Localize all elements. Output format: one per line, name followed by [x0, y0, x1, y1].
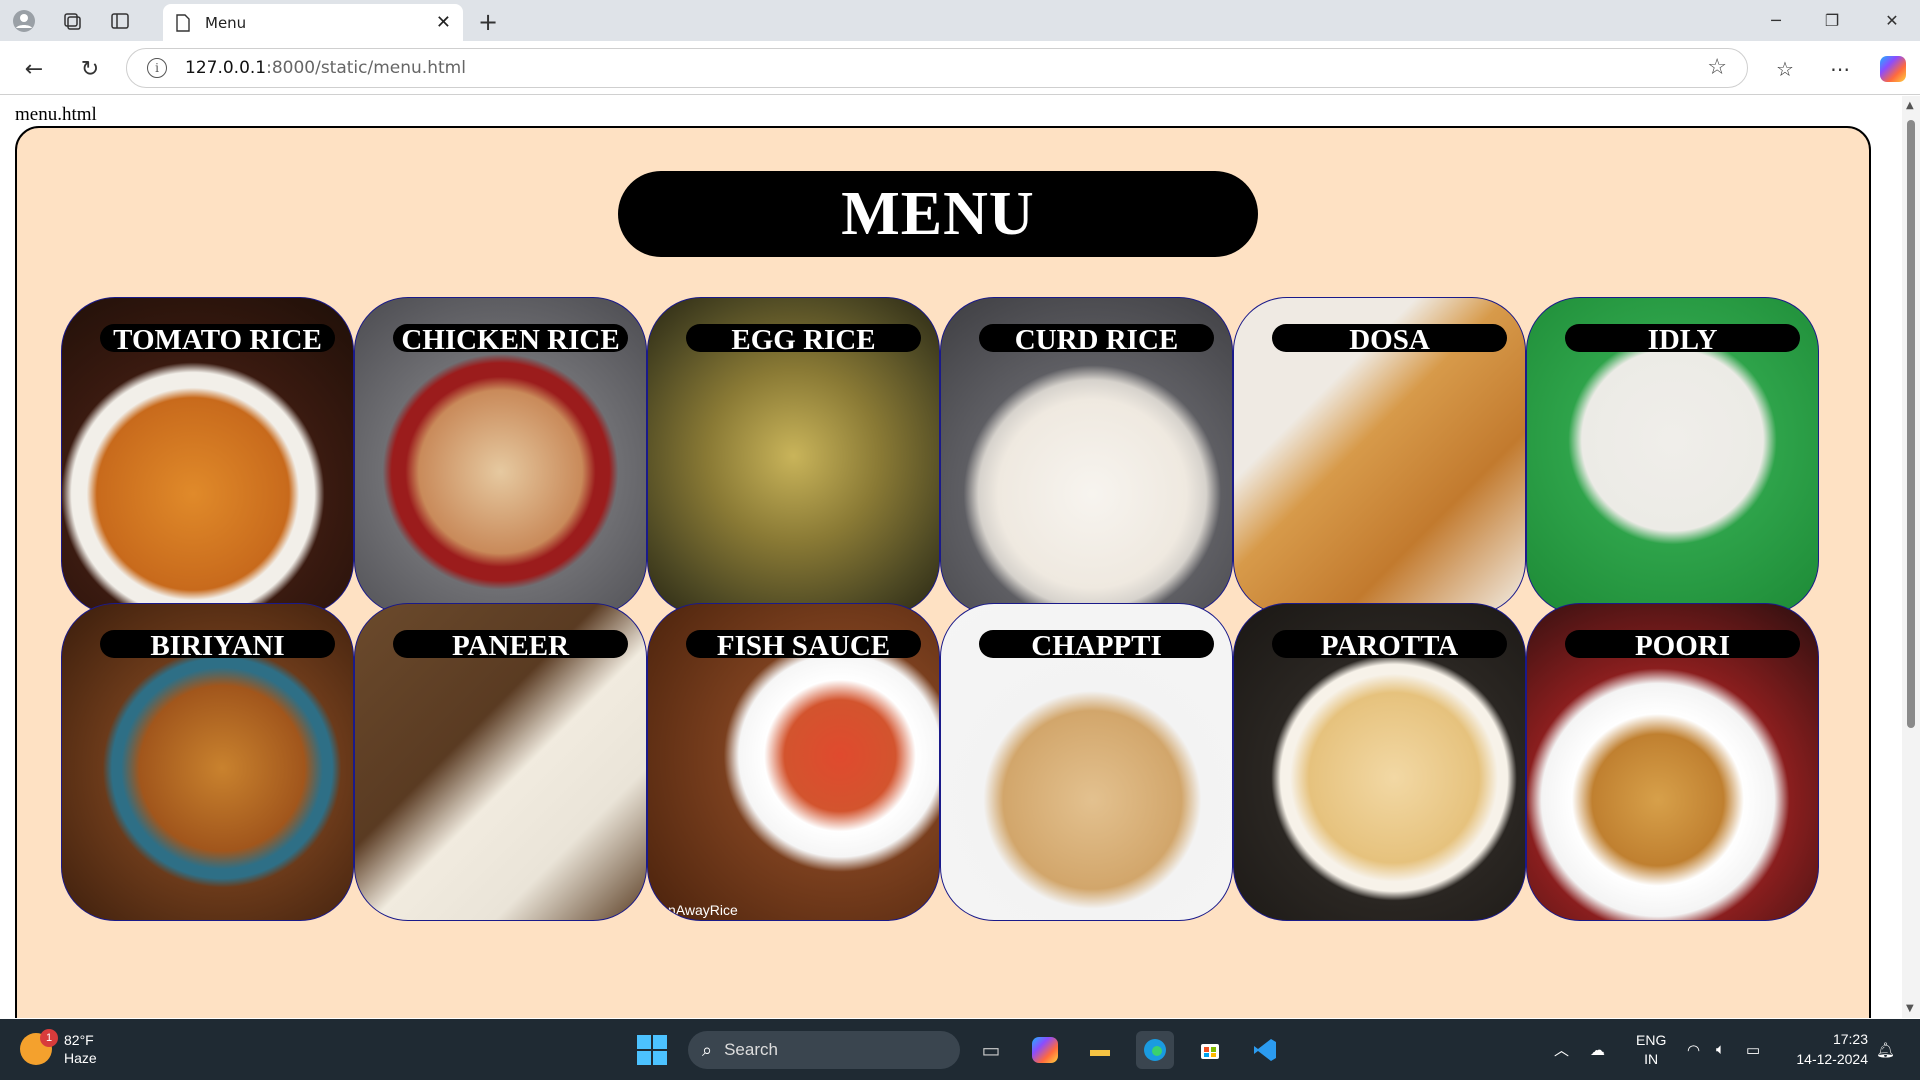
minimize-button[interactable]: ─ [1748, 0, 1804, 41]
menu-card-label: EGG RICE [686, 324, 921, 352]
edge-browser-icon[interactable] [1136, 1031, 1174, 1069]
image-watermark: nAwayRice [668, 902, 738, 918]
address-toolbar: ← ↻ i 127.0.0.1 :8000/static/menu.html ☆… [0, 41, 1920, 95]
clock-date: 14-12-2024 [1796, 1051, 1868, 1067]
menu-heading: MENU [618, 171, 1258, 257]
start-button[interactable] [637, 1035, 667, 1065]
favorite-star-icon[interactable]: ☆ [1707, 55, 1727, 80]
weather-icon: 1 [20, 1029, 58, 1065]
menu-card-label: DOSA [1272, 324, 1507, 352]
search-icon: ⌕ [702, 1039, 713, 1060]
url-path: :8000/static/menu.html [266, 58, 466, 78]
tray-overflow-icon[interactable]: ︿ [1554, 1019, 1569, 1080]
menu-card[interactable]: TOMATO RICE [61, 297, 354, 615]
menu-card[interactable]: IDLY [1526, 297, 1819, 615]
file-label: menu.html [15, 104, 97, 125]
scroll-up-arrow[interactable]: ▲ [1906, 100, 1914, 111]
back-button[interactable]: ← [18, 53, 50, 85]
new-tab-button[interactable]: + [478, 8, 498, 36]
volume-icon[interactable]: 🔈︎ [1716, 1019, 1725, 1080]
scroll-thumb[interactable] [1907, 120, 1915, 728]
menu-container: MENU TOMATO RICE CHICKEN RICE EGG RICE CURD… [15, 126, 1871, 1018]
menu-card[interactable]: FISH SAUCE nAwayRice [647, 603, 940, 921]
page-scrollbar[interactable]: ▲ ▼ [1902, 96, 1920, 1018]
menu-card-label: TOMATO RICE [100, 324, 335, 352]
close-tab-icon[interactable]: ✕ [436, 12, 451, 33]
more-options-icon[interactable]: ⋯ [1824, 53, 1856, 85]
file-explorer-icon[interactable]: ▬ [1081, 1031, 1119, 1069]
menu-card-label: CURD RICE [979, 324, 1214, 352]
page-icon [176, 13, 190, 32]
menu-card-label: CHAPPTI [979, 630, 1214, 658]
menu-card[interactable]: CHICKEN RICE [354, 297, 647, 615]
onedrive-icon[interactable]: ☁ [1590, 1019, 1605, 1080]
clock[interactable]: 17:23 14-12-2024 [1796, 1029, 1868, 1069]
workspaces-icon[interactable] [58, 7, 86, 35]
menu-card[interactable]: CURD RICE [940, 297, 1233, 615]
restore-button[interactable]: ❐ [1804, 0, 1860, 41]
task-view-icon[interactable]: ▭ [972, 1031, 1010, 1069]
tab-title: Menu [205, 13, 247, 32]
battery-icon[interactable]: ▭ [1746, 1019, 1760, 1080]
refresh-button[interactable]: ↻ [74, 53, 106, 85]
scroll-down-arrow[interactable]: ▼ [1906, 1003, 1914, 1014]
lang-bottom: IN [1644, 1050, 1659, 1067]
menu-card[interactable]: EGG RICE [647, 297, 940, 615]
menu-card-label: BIRIYANI [100, 630, 335, 658]
menu-card[interactable]: BIRIYANI [61, 603, 354, 921]
favorites-icon[interactable]: ☆ [1769, 53, 1801, 85]
tab-menu[interactable]: Menu ✕ [163, 4, 463, 41]
menu-card[interactable]: DOSA [1233, 297, 1526, 615]
copilot-app-icon[interactable] [1026, 1031, 1064, 1069]
language-indicator[interactable]: ENG IN [1636, 1019, 1666, 1080]
url-host: 127.0.0.1 [185, 58, 267, 78]
browser-tab-bar: Menu ✕ + ─ ❐ ✕ [0, 0, 1920, 41]
menu-card-label: CHICKEN RICE [393, 324, 628, 352]
menu-card[interactable]: CHAPPTI [940, 603, 1233, 921]
profile-icon[interactable] [10, 7, 38, 35]
search-placeholder: Search [724, 1040, 778, 1059]
menu-card-label: PANEER [393, 630, 628, 658]
page-viewport: menu.html MENU TOMATO RICE CHICKEN RICE EG… [0, 96, 1902, 1018]
notification-bell-icon[interactable]: 🔔︎ [1876, 1019, 1895, 1080]
address-field[interactable]: i 127.0.0.1 :8000/static/menu.html ☆ [126, 48, 1748, 88]
menu-card[interactable]: PAROTTA [1233, 603, 1526, 921]
site-info-icon[interactable]: i [147, 58, 167, 78]
weather-badge: 1 [40, 1029, 58, 1047]
wifi-icon[interactable]: ◠ [1687, 1019, 1700, 1080]
taskbar: 1 82°F Haze ⌕ Search ▭ ▬ ︿ ☁ ENG IN ◠ 🔈︎… [0, 1019, 1920, 1080]
close-window-button[interactable]: ✕ [1864, 0, 1920, 41]
menu-card[interactable]: POORI [1526, 603, 1819, 921]
weather-widget[interactable]: 1 82°F Haze [20, 1029, 97, 1067]
menu-card-label: POORI [1565, 630, 1800, 658]
tab-actions-icon[interactable] [106, 7, 134, 35]
lang-top: ENG [1636, 1031, 1667, 1048]
copilot-icon[interactable] [1877, 53, 1909, 85]
menu-card-label: IDLY [1565, 324, 1800, 352]
menu-card-label: PAROTTA [1272, 630, 1507, 658]
weather-desc: Haze [64, 1050, 97, 1066]
menu-card-label: FISH SAUCE [686, 630, 921, 658]
clock-time: 17:23 [1832, 1031, 1868, 1047]
taskbar-search[interactable]: ⌕ Search [688, 1031, 960, 1069]
vscode-icon[interactable] [1246, 1031, 1284, 1069]
menu-card[interactable]: PANEER [354, 603, 647, 921]
weather-temp: 82°F [64, 1032, 94, 1048]
store-icon[interactable] [1191, 1031, 1229, 1069]
